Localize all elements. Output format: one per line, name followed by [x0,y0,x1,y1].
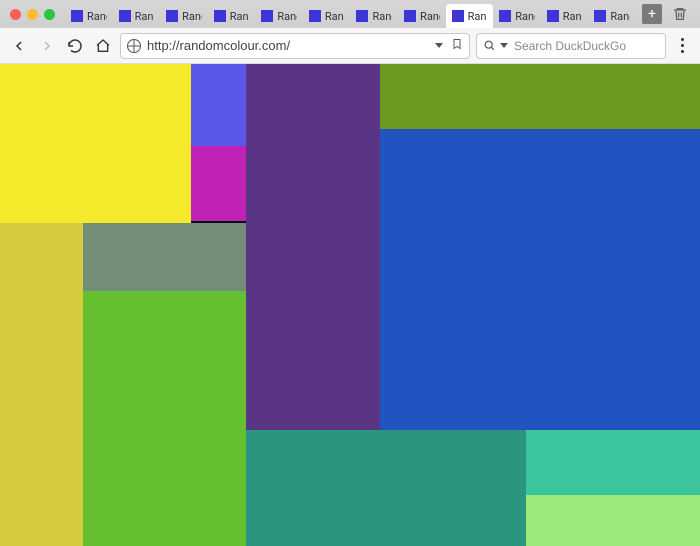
colour-tile [526,430,700,495]
tab-label: Rand [372,10,392,23]
colour-tile [526,495,700,546]
tab[interactable]: Rand [446,4,494,28]
colour-tile [191,146,246,221]
tab[interactable]: Rand [398,4,446,28]
overflow-menu-button[interactable] [672,33,692,59]
tab-label: Rand [182,10,202,23]
tab[interactable]: Rand [350,4,398,28]
tab[interactable]: Rand [255,4,303,28]
tab[interactable]: Rand [493,4,541,28]
tab-favicon [356,10,368,22]
reload-button[interactable] [64,35,86,57]
tab-favicon [309,10,321,22]
search-input[interactable] [514,39,669,53]
url-actions [435,36,463,55]
tab[interactable]: Rand [541,4,589,28]
tab-label: Rand [230,10,250,23]
tab[interactable]: Rand [160,4,208,28]
tabs-container: Rand Rand Rand Rand Rand Rand Rand Rand Rand Rand… [65,0,636,28]
tab-label: Rand [563,10,583,23]
tab-trash-button[interactable] [668,2,692,26]
tab-label: Rand [610,10,630,23]
tab-strip: Rand Rand Rand Rand Rand Rand Rand Rand Rand Rand… [0,0,700,28]
tab-favicon [214,10,226,22]
url-history-dropdown[interactable] [435,43,443,48]
window-maximize-button[interactable] [44,9,55,20]
tab-label: Rand [277,10,297,23]
new-tab-button[interactable]: + [642,4,662,24]
window-controls [4,9,63,20]
colour-tile [246,430,527,546]
tab-favicon [119,10,131,22]
colour-tile [83,291,246,546]
tab-label: Rand [515,10,535,23]
tab-label: Rand [135,10,155,23]
tab-favicon [166,10,178,22]
tab-label: Rand [325,10,345,23]
tab[interactable]: Rand [588,4,636,28]
tab-favicon [452,10,464,22]
colour-tile [83,223,246,290]
tab-favicon [261,10,273,22]
tab-label: Rand [468,10,488,23]
colour-tile [380,129,700,430]
address-bar[interactable] [120,33,470,59]
tab-favicon [499,10,511,22]
window-minimize-button[interactable] [27,9,38,20]
colour-tile [191,64,246,146]
page-viewport [0,64,700,546]
tab-favicon [71,10,83,22]
bookmark-icon[interactable] [451,36,463,55]
tab[interactable]: Rand [113,4,161,28]
colour-tile [246,64,380,430]
back-button[interactable] [8,35,30,57]
colour-tile [380,64,700,129]
window-close-button[interactable] [10,9,21,20]
tab[interactable]: Rand [208,4,256,28]
tab-favicon [594,10,606,22]
tab-favicon [404,10,416,22]
search-engine-dropdown[interactable] [500,43,508,48]
forward-button[interactable] [36,35,58,57]
home-button[interactable] [92,35,114,57]
search-bar[interactable] [476,33,666,59]
toolbar [0,28,700,64]
tab[interactable]: Rand [303,4,351,28]
tab-label: Rand [87,10,107,23]
tab-label: Rand [420,10,440,23]
url-input[interactable] [147,38,429,53]
search-icon [483,39,496,52]
tab-favicon [547,10,559,22]
colour-tile [0,64,191,223]
tab[interactable]: Rand [65,4,113,28]
colour-tile [0,223,83,546]
site-identity-icon[interactable] [127,39,141,53]
